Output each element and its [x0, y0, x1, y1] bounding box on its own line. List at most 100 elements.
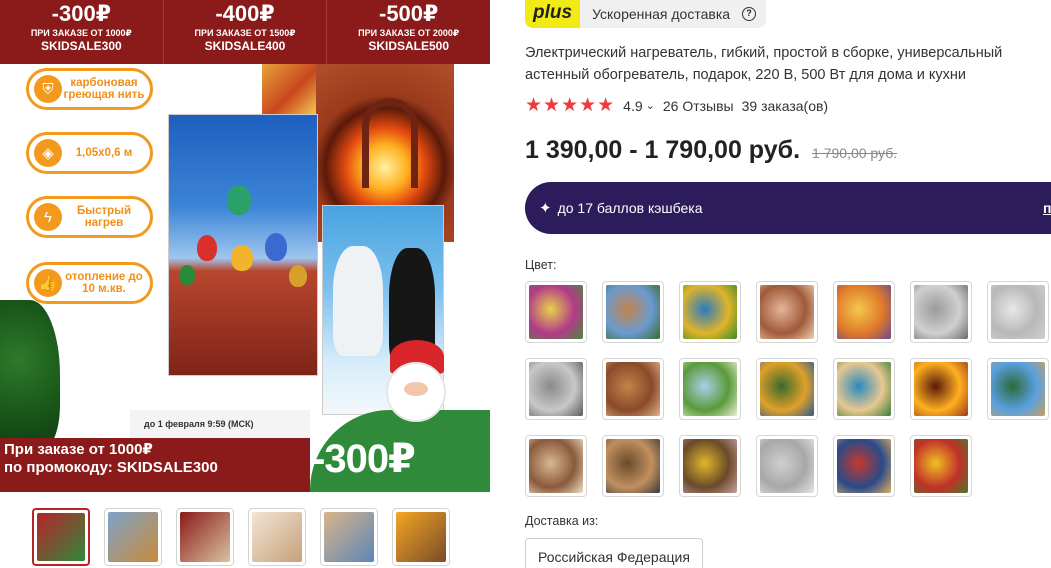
- thumbs-up-icon: 👍: [34, 269, 62, 297]
- shipping-from-label: Доставка из:: [525, 514, 599, 528]
- promo-cell: -500₽ ПРИ ЗАКАЗЕ ОТ 2000₽ SKIDSALE500: [327, 0, 490, 64]
- swatch-image: [529, 362, 583, 416]
- cashback-banner[interactable]: ✦ до 17 баллов кэшбека п: [525, 182, 1051, 234]
- promo-code: SKIDSALE500: [368, 39, 450, 53]
- reviews-link[interactable]: 26 Отзывы: [663, 98, 734, 114]
- dome: [231, 245, 253, 271]
- swatch-image: [606, 285, 660, 339]
- thumbnail[interactable]: [392, 508, 450, 566]
- swatch-image: [683, 285, 737, 339]
- thumbnail[interactable]: [176, 508, 234, 566]
- sparkle-icon: ✦: [539, 200, 552, 217]
- product-info: plus Ускоренная доставка ? Электрический…: [525, 0, 1051, 568]
- price-row: 1 390,00 - 1 790,00 руб. 1 790,00 руб.: [525, 136, 897, 165]
- promo-deadline: до 1 февраля 9:59 (МСК): [130, 410, 310, 438]
- big-discount-text: -300₽: [312, 437, 416, 481]
- shipping-from-select[interactable]: Российская Федерация: [525, 538, 703, 568]
- swatch-image: [760, 362, 814, 416]
- promo-bar: -300₽ ПРИ ЗАКАЗЕ ОТ 1000₽ SKIDSALE300 -400₽…: [0, 0, 490, 64]
- dome: [227, 185, 251, 215]
- thumbnail[interactable]: [248, 508, 306, 566]
- promo-code: SKIDSALE300: [40, 39, 122, 53]
- dome: [289, 265, 307, 287]
- feature-text: отопление до 10 м.кв.: [65, 271, 143, 295]
- promo-amount: -500₽: [379, 1, 439, 26]
- color-swatch[interactable]: [910, 281, 972, 343]
- promo-condition: ПРИ ЗАКАЗЕ ОТ 1500₽: [194, 28, 296, 38]
- plus-logo: plus: [525, 0, 581, 28]
- feature-text: Быстрый нагрев: [76, 205, 132, 229]
- thumbnail[interactable]: [320, 508, 378, 566]
- color-swatch[interactable]: [987, 358, 1049, 420]
- color-swatch[interactable]: [833, 435, 895, 497]
- color-label: Цвет:: [525, 258, 557, 272]
- swatch-image: [683, 439, 737, 493]
- thumbnail-image: [324, 512, 374, 562]
- color-swatch[interactable]: [525, 358, 587, 420]
- swatch-image: [683, 362, 737, 416]
- product-title-line1: Электрический нагреватель, гибкий, прост…: [525, 45, 1003, 61]
- main-product-image[interactable]: -300₽ ПРИ ЗАКАЗЕ ОТ 1000₽ SKIDSALE300 -400₽…: [0, 0, 490, 492]
- color-swatch[interactable]: [679, 281, 741, 343]
- rating-row: ★★★★★ 4.9 ⌄ 26 Отзывы 39 заказа(ов): [525, 94, 828, 117]
- swatch-image: [606, 439, 660, 493]
- layers-icon: ◈: [34, 139, 62, 167]
- feature-text: карбоновая греющая нить: [63, 77, 145, 101]
- old-price: 1 790,00 руб.: [812, 145, 898, 161]
- swatch-image: [991, 285, 1045, 339]
- color-swatch[interactable]: [987, 281, 1049, 343]
- swatch-image: [529, 285, 583, 339]
- thumbnail-image: [108, 512, 158, 562]
- color-swatch[interactable]: [910, 435, 972, 497]
- product-title: Электрический нагреватель, гибкий, прост…: [525, 42, 1051, 86]
- help-icon[interactable]: ?: [742, 7, 757, 21]
- product-title-line2: астенный обогреватель, подарок, 220 В, 5…: [525, 67, 967, 83]
- color-swatch[interactable]: [525, 281, 587, 343]
- promo-cell: -300₽ ПРИ ЗАКАЗЕ ОТ 1000₽ SKIDSALE300: [0, 0, 164, 64]
- fast-delivery-label: Ускоренная доставка: [592, 6, 731, 22]
- promo-cell: -400₽ ПРИ ЗАКАЗЕ ОТ 1500₽ SKIDSALE400: [164, 0, 328, 64]
- color-swatch[interactable]: [679, 358, 741, 420]
- feature-badge: ◈ 1,05х0,6 м: [26, 132, 153, 174]
- cashback-link[interactable]: п: [1043, 200, 1051, 216]
- promo-amount: -400₽: [215, 1, 275, 26]
- promo-code: SKIDSALE400: [204, 39, 286, 53]
- color-swatch[interactable]: [602, 358, 664, 420]
- thumbnail[interactable]: [104, 508, 162, 566]
- swatch-image: [606, 362, 660, 416]
- color-swatch[interactable]: [602, 281, 664, 343]
- feature-badge: ⛨ карбоновая греющая нить: [26, 68, 153, 110]
- swatch-image: [914, 285, 968, 339]
- rating-value[interactable]: 4.9: [623, 98, 642, 114]
- bottom-promo-banner: При заказе от 1000₽ по промокоду: SKIDSA…: [0, 438, 310, 492]
- star-rating-icon: ★★★★★: [525, 95, 616, 116]
- fireplace-arch: [362, 98, 418, 188]
- promo-condition: ПРИ ЗАКАЗЕ ОТ 1000₽: [30, 28, 132, 38]
- chevron-down-icon[interactable]: ⌄: [646, 99, 655, 112]
- cathedral-picture: [168, 114, 318, 376]
- color-swatch[interactable]: [756, 281, 818, 343]
- plus-delivery-badge[interactable]: plus Ускоренная доставка ?: [525, 0, 767, 28]
- color-swatch[interactable]: [679, 435, 741, 497]
- swatch-image: [914, 439, 968, 493]
- thumbnail-image: [252, 512, 302, 562]
- cashback-text: до 17 баллов кэшбека: [557, 200, 703, 216]
- swatch-image: [760, 439, 814, 493]
- swatch-image: [837, 285, 891, 339]
- current-price: 1 390,00 - 1 790,00 руб.: [525, 136, 801, 164]
- color-swatch[interactable]: [756, 435, 818, 497]
- thumbnail-strip: [32, 508, 464, 566]
- color-swatch[interactable]: [525, 435, 587, 497]
- color-swatch[interactable]: [833, 358, 895, 420]
- color-swatch[interactable]: [602, 435, 664, 497]
- color-swatch[interactable]: [833, 281, 895, 343]
- thumbnail[interactable]: [32, 508, 90, 566]
- promo-condition: ПРИ ЗАКАЗЕ ОТ 2000₽: [358, 28, 460, 38]
- feature-badge: 👍 отопление до 10 м.кв.: [26, 262, 153, 304]
- dome: [197, 235, 217, 261]
- color-swatch[interactable]: [756, 358, 818, 420]
- bottom-promo-line1: При заказе от 1000₽: [4, 441, 153, 458]
- swatch-image: [760, 285, 814, 339]
- color-swatch[interactable]: [910, 358, 972, 420]
- santa-decoration: [372, 338, 468, 428]
